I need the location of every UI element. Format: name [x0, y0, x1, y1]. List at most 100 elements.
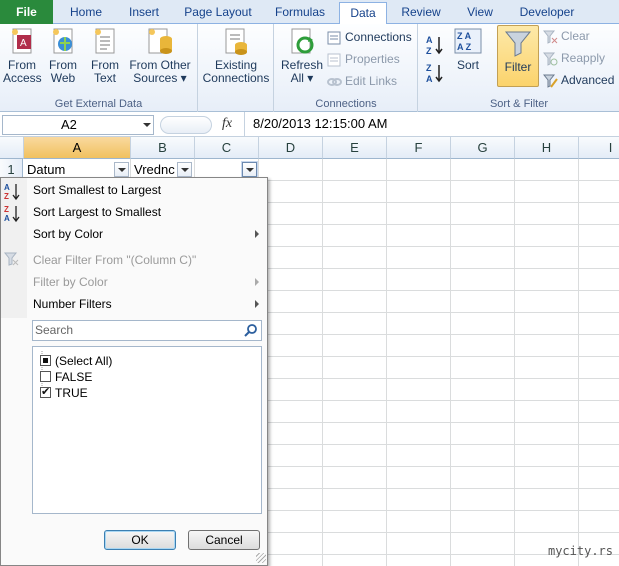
svg-text:A: A: [426, 74, 433, 84]
filter-dropdown-c[interactable]: [242, 162, 257, 177]
from-other-label-1: From Other: [129, 58, 191, 72]
menu-sort-largest-to-smallest[interactable]: Sort Largest to Smallest: [27, 201, 265, 223]
sort-ascending-icon: AZ: [425, 35, 445, 59]
from-web-label-2: Web: [50, 71, 76, 85]
filter-dropdown-b[interactable]: [177, 162, 192, 177]
existing-label-2: Connections: [202, 71, 270, 85]
tab-insert[interactable]: Insert: [116, 2, 172, 24]
column-gridline: [514, 159, 515, 566]
advanced-filter-icon: [542, 74, 558, 88]
sort-button[interactable]: Z AA Z Sort: [449, 26, 487, 72]
checkbox-false[interactable]: [40, 371, 51, 382]
filter-label: Filter: [504, 60, 532, 74]
web-icon: [48, 26, 78, 56]
connections-group-label: Connections: [315, 98, 377, 110]
tab-view[interactable]: View: [455, 2, 505, 24]
search-icon: [244, 323, 259, 344]
autofilter-menu: A Z Sort Smallest to Largest ZA Sort Larg…: [0, 177, 268, 566]
menu-sort-by-color[interactable]: Sort by Color: [27, 223, 265, 245]
select-all-corner[interactable]: [0, 137, 24, 159]
tab-formulas[interactable]: Formulas: [264, 2, 336, 24]
ribbon: A From Access From Web From Text From Ot…: [0, 24, 619, 112]
sort-by-color-label: Sort by Color: [33, 227, 104, 241]
resize-grip-icon[interactable]: [256, 553, 266, 563]
formula-bar-resize-handle[interactable]: [160, 116, 212, 134]
name-box[interactable]: A2: [2, 115, 154, 135]
list-item-true[interactable]: TRUE: [40, 385, 88, 401]
checkbox-select-all[interactable]: [40, 355, 51, 366]
column-header-h[interactable]: H: [515, 137, 579, 159]
list-item-false[interactable]: FALSE: [40, 369, 92, 385]
filter-dropdown-a[interactable]: [114, 162, 129, 177]
watermark: mycity.rs: [547, 544, 613, 558]
insert-function-icon[interactable]: fx: [222, 116, 232, 132]
column-header-d[interactable]: D: [259, 137, 323, 159]
existing-connections-icon: [221, 26, 251, 56]
svg-text:Z A: Z A: [457, 31, 472, 41]
svg-text:A: A: [426, 35, 433, 45]
reapply-label: Reapply: [561, 51, 606, 65]
properties-button[interactable]: Properties: [327, 49, 400, 69]
clear-filter-button[interactable]: Clear: [542, 26, 590, 46]
connections-icon: [327, 31, 342, 45]
from-web-button[interactable]: From Web: [44, 26, 82, 85]
tab-data[interactable]: Data: [339, 2, 387, 25]
sort-filter-label: Sort & Filter: [489, 98, 549, 110]
connections-label: Connections: [345, 30, 412, 44]
column-header-b[interactable]: B: [131, 137, 195, 159]
svg-text:Z: Z: [426, 63, 432, 73]
column-header-f[interactable]: F: [387, 137, 451, 159]
column-header-g[interactable]: G: [451, 137, 515, 159]
column-header-e[interactable]: E: [323, 137, 387, 159]
refresh-label-2: All ▾: [290, 71, 314, 85]
existing-label-1: Existing: [214, 58, 258, 72]
from-access-button[interactable]: A From Access: [3, 26, 42, 85]
connections-button[interactable]: Connections: [327, 27, 412, 47]
menu-filter-by-color[interactable]: Filter by Color: [27, 271, 265, 293]
advanced-filter-button[interactable]: Advanced: [542, 70, 614, 90]
menu-sort-smallest-to-largest[interactable]: Sort Smallest to Largest: [27, 179, 265, 201]
tab-review[interactable]: Review: [392, 2, 450, 24]
column-header-i[interactable]: I: [579, 137, 619, 159]
existing-connections-button[interactable]: Existing Connections: [202, 26, 270, 85]
list-item-select-all[interactable]: (Select All): [40, 353, 113, 369]
tab-file[interactable]: File: [0, 0, 53, 24]
from-other-sources-button[interactable]: From Other Sources ▾: [128, 26, 192, 85]
svg-text:A: A: [4, 183, 10, 192]
formula-bar: A2 fx 8/20/2013 12:15:00 AM: [0, 112, 619, 137]
sort-dialog-icon: Z AA Z: [453, 26, 483, 56]
menu-number-filters[interactable]: Number Filters: [27, 293, 265, 315]
ok-button[interactable]: OK: [104, 530, 176, 550]
column-header-a[interactable]: A: [24, 137, 131, 159]
cancel-button[interactable]: Cancel: [188, 530, 260, 550]
sort-descending-icon: ZA: [425, 63, 445, 87]
from-text-label-1: From: [91, 58, 119, 72]
sort-descending-icon: ZA: [3, 204, 23, 224]
name-box-dropdown-icon[interactable]: [143, 123, 151, 127]
formula-input[interactable]: 8/20/2013 12:15:00 AM: [244, 112, 619, 136]
sort-z-to-a-button[interactable]: ZA: [425, 62, 445, 84]
filter-search-input[interactable]: Search: [32, 320, 262, 341]
sort-label: Sort: [456, 58, 479, 72]
sort-a-to-z-button[interactable]: AZ: [425, 34, 445, 56]
submenu-arrow-icon: [255, 230, 259, 238]
checkbox-true[interactable]: [40, 385, 51, 399]
refresh-icon: [287, 26, 317, 56]
edit-links-button[interactable]: Edit Links: [327, 71, 397, 91]
menu-clear-filter[interactable]: Clear Filter From "(Column C)": [27, 249, 265, 271]
list-item-label: (Select All): [55, 354, 113, 368]
from-text-button[interactable]: From Text: [86, 26, 124, 85]
number-filters-label: Number Filters: [33, 297, 112, 311]
svg-text:Z: Z: [4, 205, 9, 214]
filter-button[interactable]: Filter: [497, 25, 539, 87]
from-text-label-2: Text: [93, 71, 116, 85]
tab-developer[interactable]: Developer: [511, 2, 583, 24]
tab-home[interactable]: Home: [58, 2, 114, 24]
column-gridline: [322, 159, 323, 566]
tab-page-layout[interactable]: Page Layout: [176, 2, 260, 24]
reapply-button[interactable]: Reapply: [542, 48, 606, 68]
refresh-all-button[interactable]: Refresh All ▾: [279, 26, 325, 85]
clear-filter-icon: [3, 251, 23, 271]
column-header-c[interactable]: C: [195, 137, 259, 159]
column-gridline: [578, 159, 579, 566]
